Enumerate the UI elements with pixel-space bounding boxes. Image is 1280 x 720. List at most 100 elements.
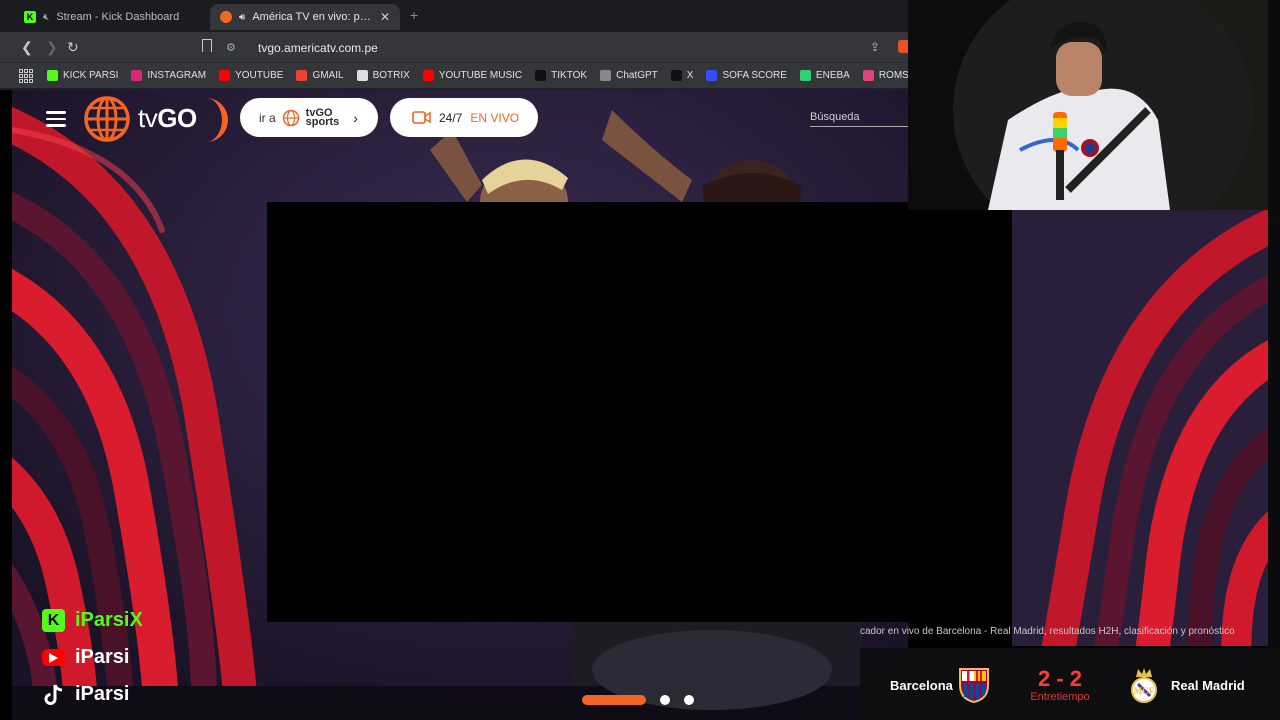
bookmark-label: ENEBA (815, 70, 850, 81)
bookmark-label: INSTAGRAM (147, 70, 207, 81)
sports-logo-bottom: sports (305, 115, 340, 128)
bookmark-label: YOUTUBE MUSIC (438, 70, 523, 81)
live-label-part2: EN VIVO (470, 110, 520, 125)
bookmark-item[interactable]: TIKTOK (535, 70, 587, 81)
tiktok-icon (42, 683, 65, 706)
bookmark-label: KICK PARSI (63, 70, 119, 81)
match-score: 2 - 2 (1037, 666, 1083, 691)
carousel-dots (582, 695, 694, 705)
social-handles: K iParsiX iParsi iParsi (42, 602, 143, 713)
site-settings-icon[interactable]: ⚙ (226, 41, 240, 54)
bookmark-label: ROMSFUN (878, 70, 908, 81)
scoreboard: Barcelona 2 - 2 Entretiempo MCF Real Mad… (860, 648, 1280, 720)
address-bar[interactable]: ⚙ tvgo.americatv.com.pe (226, 36, 908, 59)
bookmark-label: GMAIL (312, 70, 344, 81)
logo-prefix: tv (138, 103, 158, 133)
live-label-part1: 24/7 (439, 110, 463, 125)
americatv-icon (220, 11, 232, 23)
reload-icon[interactable]: ↻ (67, 39, 79, 56)
bookmark-label: TIKTOK (551, 70, 588, 81)
sports-logo: tvGO sports (305, 107, 340, 128)
muted-speaker-icon[interactable]: 🔇︎ (43, 12, 49, 23)
bookmark-item[interactable]: BOTRIX (356, 70, 410, 81)
real-madrid-crest-icon: MCF (1131, 668, 1157, 703)
right-gutter (1268, 0, 1280, 720)
kick-handle: iParsiX (75, 609, 143, 631)
tiktok-icon (535, 70, 547, 81)
browser-chrome: K 🔇︎ Stream - Kick Dashboard 🔊︎ América … (0, 0, 908, 90)
social-tiktok: iParsi (42, 676, 143, 713)
bookmark-item[interactable]: YOUTUBE (219, 70, 283, 81)
bookmark-item[interactable]: SOFA SCORE (706, 70, 787, 81)
bookmark-label: BOTRIX (372, 70, 410, 81)
barcelona-crest-icon (959, 668, 989, 703)
webcam-overlay (908, 0, 1268, 210)
search-input[interactable]: Búsqueda (810, 111, 908, 127)
tab-kick-dashboard[interactable]: K 🔇︎ Stream - Kick Dashboard (14, 4, 206, 30)
forward-icon[interactable]: ❯ (46, 39, 58, 56)
menu-icon[interactable] (46, 111, 66, 127)
bookmark-label: ChatGPT (616, 70, 658, 81)
youtube-music-icon (422, 70, 434, 81)
chevron-right-icon: › (353, 109, 358, 126)
bookmark-item[interactable]: ChatGPT (600, 70, 658, 81)
kick-icon: K (24, 11, 36, 23)
live-24-7-button[interactable]: 24/7 EN VIVO (390, 98, 538, 137)
tvgo-logo[interactable]: tvGO (138, 103, 197, 134)
bookmark-label: X (686, 70, 694, 81)
speaker-icon[interactable]: 🔊︎ (239, 12, 245, 23)
brave-shield-icon[interactable] (898, 40, 908, 53)
close-tab-icon[interactable]: ✕ (380, 10, 390, 24)
tab-title: América TV en vivo: program (252, 11, 373, 23)
carousel-dot[interactable] (660, 695, 670, 705)
site-header: tvGO ir a tvGO sports › 24/7 EN VIVO Búsq… (12, 90, 908, 146)
bookmark-icon[interactable] (202, 39, 212, 52)
bookmark-item[interactable]: ENEBA (799, 70, 850, 81)
tvgo-sports-button[interactable]: ir a tvGO sports › (240, 98, 378, 137)
apps-grid-icon[interactable] (19, 68, 33, 83)
away-team-name: Real Madrid (1171, 678, 1245, 693)
bookmark-label: SOFA SCORE (722, 70, 787, 81)
gmail-icon (296, 70, 308, 81)
sports-globe-icon (282, 109, 299, 126)
social-kick: K iParsiX (42, 602, 143, 639)
bookmark-item[interactable]: INSTAGRAM (131, 70, 206, 81)
youtube-icon (42, 649, 65, 666)
right-curtain-background (1012, 210, 1268, 646)
bookmark-item[interactable]: YOUTUBE MUSIC (422, 70, 523, 81)
bookmark-item[interactable]: GMAIL (296, 70, 344, 81)
social-youtube: iParsi (42, 639, 143, 676)
tvgo-page: tvGO ir a tvGO sports › 24/7 EN VIVO Búsq… (12, 90, 908, 720)
bookmark-item[interactable]: ROMSFUN (862, 70, 908, 81)
tab-strip: K 🔇︎ Stream - Kick Dashboard 🔊︎ América … (0, 0, 908, 32)
logo-arc (204, 98, 228, 142)
video-player[interactable] (267, 202, 908, 622)
match-period: Entretiempo (1030, 691, 1090, 703)
instagram-icon (131, 70, 143, 81)
bookmark-item[interactable]: KICK PARSI (47, 70, 118, 81)
chatgpt-icon (600, 70, 612, 81)
bookmarks-bar: KICK PARSI INSTAGRAM YOUTUBE GMAIL BOTRIX YOU… (0, 62, 908, 88)
romsfun-icon (862, 70, 874, 81)
back-icon[interactable]: ❮ (21, 39, 33, 56)
toolbar: ❮ ❯ ↻ ⚙ tvgo.americatv.com.pe ⇪ (0, 32, 908, 62)
new-tab-button[interactable]: + (410, 7, 418, 23)
logo-suffix: GO (157, 103, 197, 133)
kick-icon: K (42, 609, 65, 632)
x-icon (670, 70, 682, 81)
carousel-dot[interactable] (684, 695, 694, 705)
youtube-handle: iParsi (75, 646, 130, 668)
carousel-dot-active[interactable] (582, 695, 646, 705)
url-text: tvgo.americatv.com.pe (258, 40, 378, 55)
kick-icon (47, 70, 58, 81)
botrix-icon (356, 70, 368, 81)
tab-americatv[interactable]: 🔊︎ América TV en vivo: program ✕ (210, 4, 400, 30)
svg-text:MCF: MCF (1134, 686, 1155, 696)
match-headline: cador en vivo de Barcelona - Real Madrid… (860, 626, 1235, 637)
bookmark-label: YOUTUBE (235, 70, 284, 81)
tab-title: Stream - Kick Dashboard (56, 11, 180, 23)
tiktok-handle: iParsi (75, 683, 130, 705)
eneba-icon (799, 70, 811, 81)
bookmark-item[interactable]: X (670, 70, 694, 81)
share-icon[interactable]: ⇪ (870, 40, 880, 54)
